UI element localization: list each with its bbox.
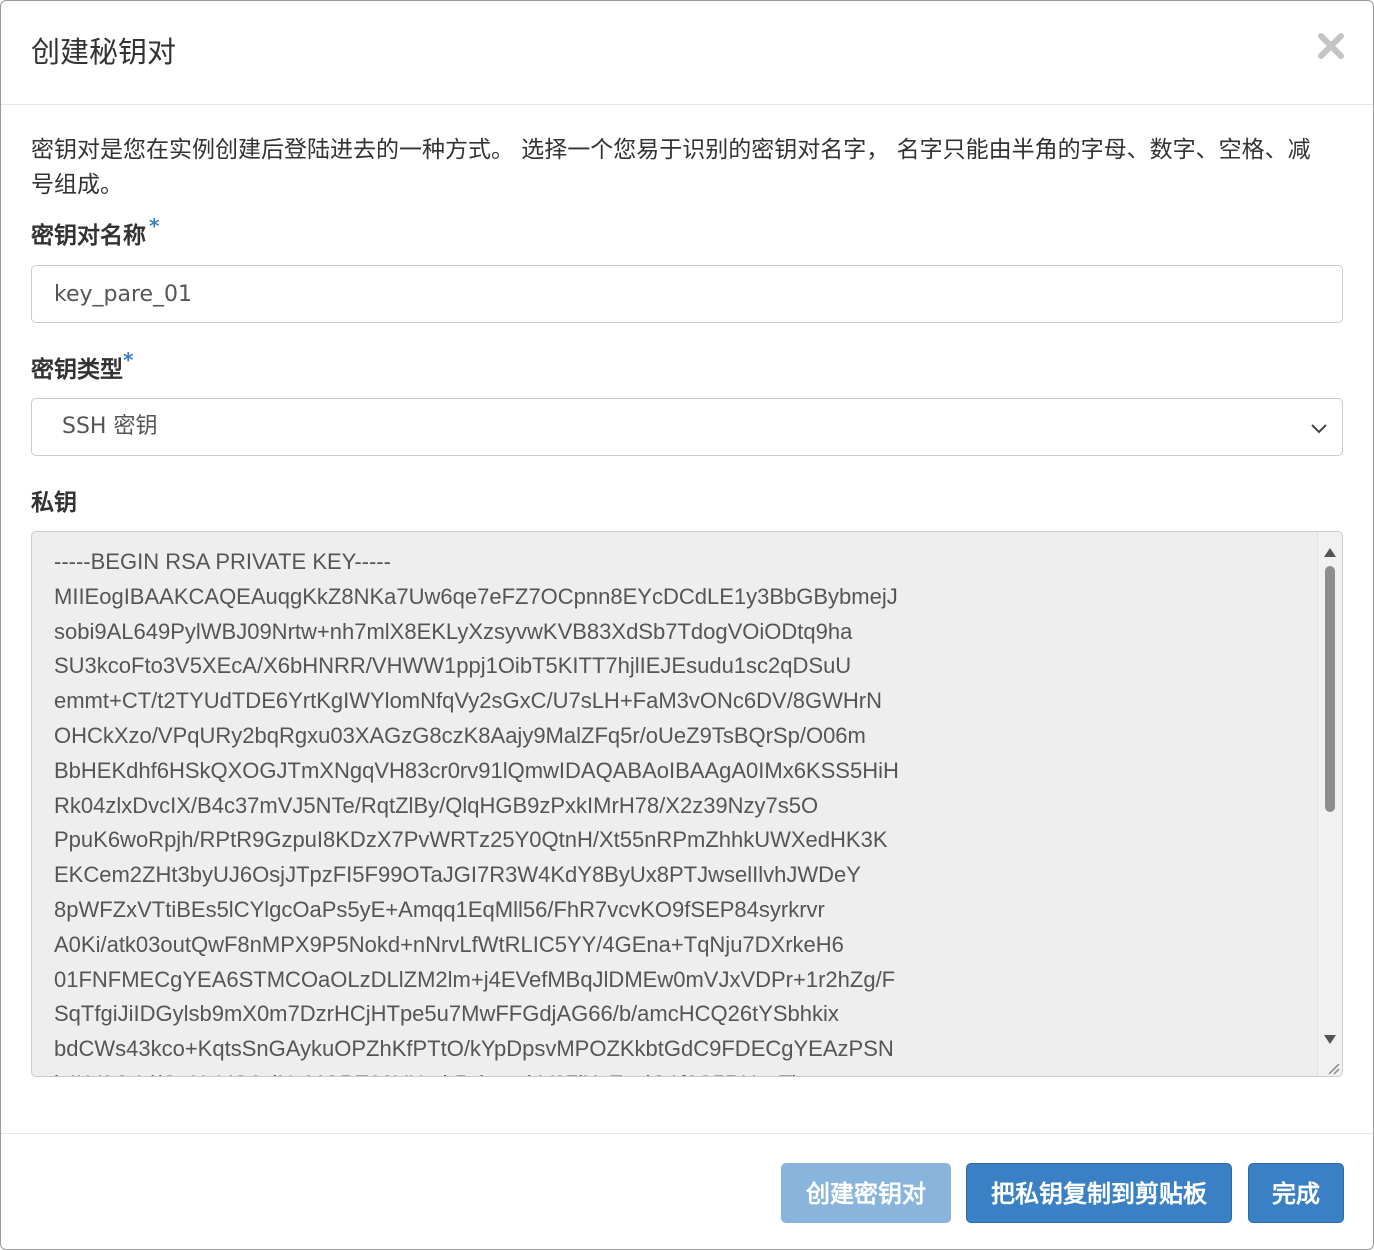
done-button[interactable]: 完成 xyxy=(1248,1163,1344,1223)
copy-private-key-button[interactable]: 把私钥复制到剪贴板 xyxy=(966,1163,1232,1223)
private-key-text: -----BEGIN RSA PRIVATE KEY----- MIIEogIB… xyxy=(54,549,899,1076)
resize-grip-icon[interactable] xyxy=(1326,1060,1340,1075)
chevron-down-icon xyxy=(1310,419,1328,437)
key-type-label: 密钥类型* xyxy=(31,348,133,385)
key-type-label-text: 密钥类型 xyxy=(31,357,123,383)
close-icon[interactable] xyxy=(1314,29,1348,63)
private-key-scrollbar[interactable] xyxy=(1317,532,1342,1076)
key-type-value: SSH 密钥 xyxy=(62,414,158,439)
create-keypair-dialog: 创建秘钥对 密钥对是您在实例创建后登陆进去的一种方式。 选择一个您易于识别的密钥… xyxy=(0,0,1374,1250)
dialog-footer: 创建密钥对 把私钥复制到剪贴板 完成 xyxy=(1,1133,1373,1250)
required-mark: * xyxy=(123,348,134,372)
private-key-label: 私钥 xyxy=(31,490,77,516)
scroll-down-icon[interactable] xyxy=(1324,1030,1336,1044)
keypair-name-field[interactable] xyxy=(31,265,1343,323)
keypair-name-label: 密钥对名称 * xyxy=(31,214,159,251)
required-mark: * xyxy=(149,214,160,238)
scroll-up-icon[interactable] xyxy=(1324,542,1336,557)
key-type-select[interactable]: SSH 密钥 xyxy=(31,398,1343,456)
keypair-name-input[interactable] xyxy=(32,266,1342,322)
private-key-textarea[interactable]: -----BEGIN RSA PRIVATE KEY----- MIIEogIB… xyxy=(31,531,1343,1077)
dialog-title: 创建秘钥对 xyxy=(31,35,177,69)
description-text: 密钥对是您在实例创建后登陆进去的一种方式。 选择一个您易于识别的密钥对名字， 名… xyxy=(31,137,1311,198)
scroll-thumb[interactable] xyxy=(1325,566,1335,812)
keypair-name-label-text: 密钥对名称 xyxy=(31,223,146,249)
create-keypair-button[interactable]: 创建密钥对 xyxy=(781,1163,951,1223)
dialog-header: 创建秘钥对 xyxy=(1,1,1373,105)
